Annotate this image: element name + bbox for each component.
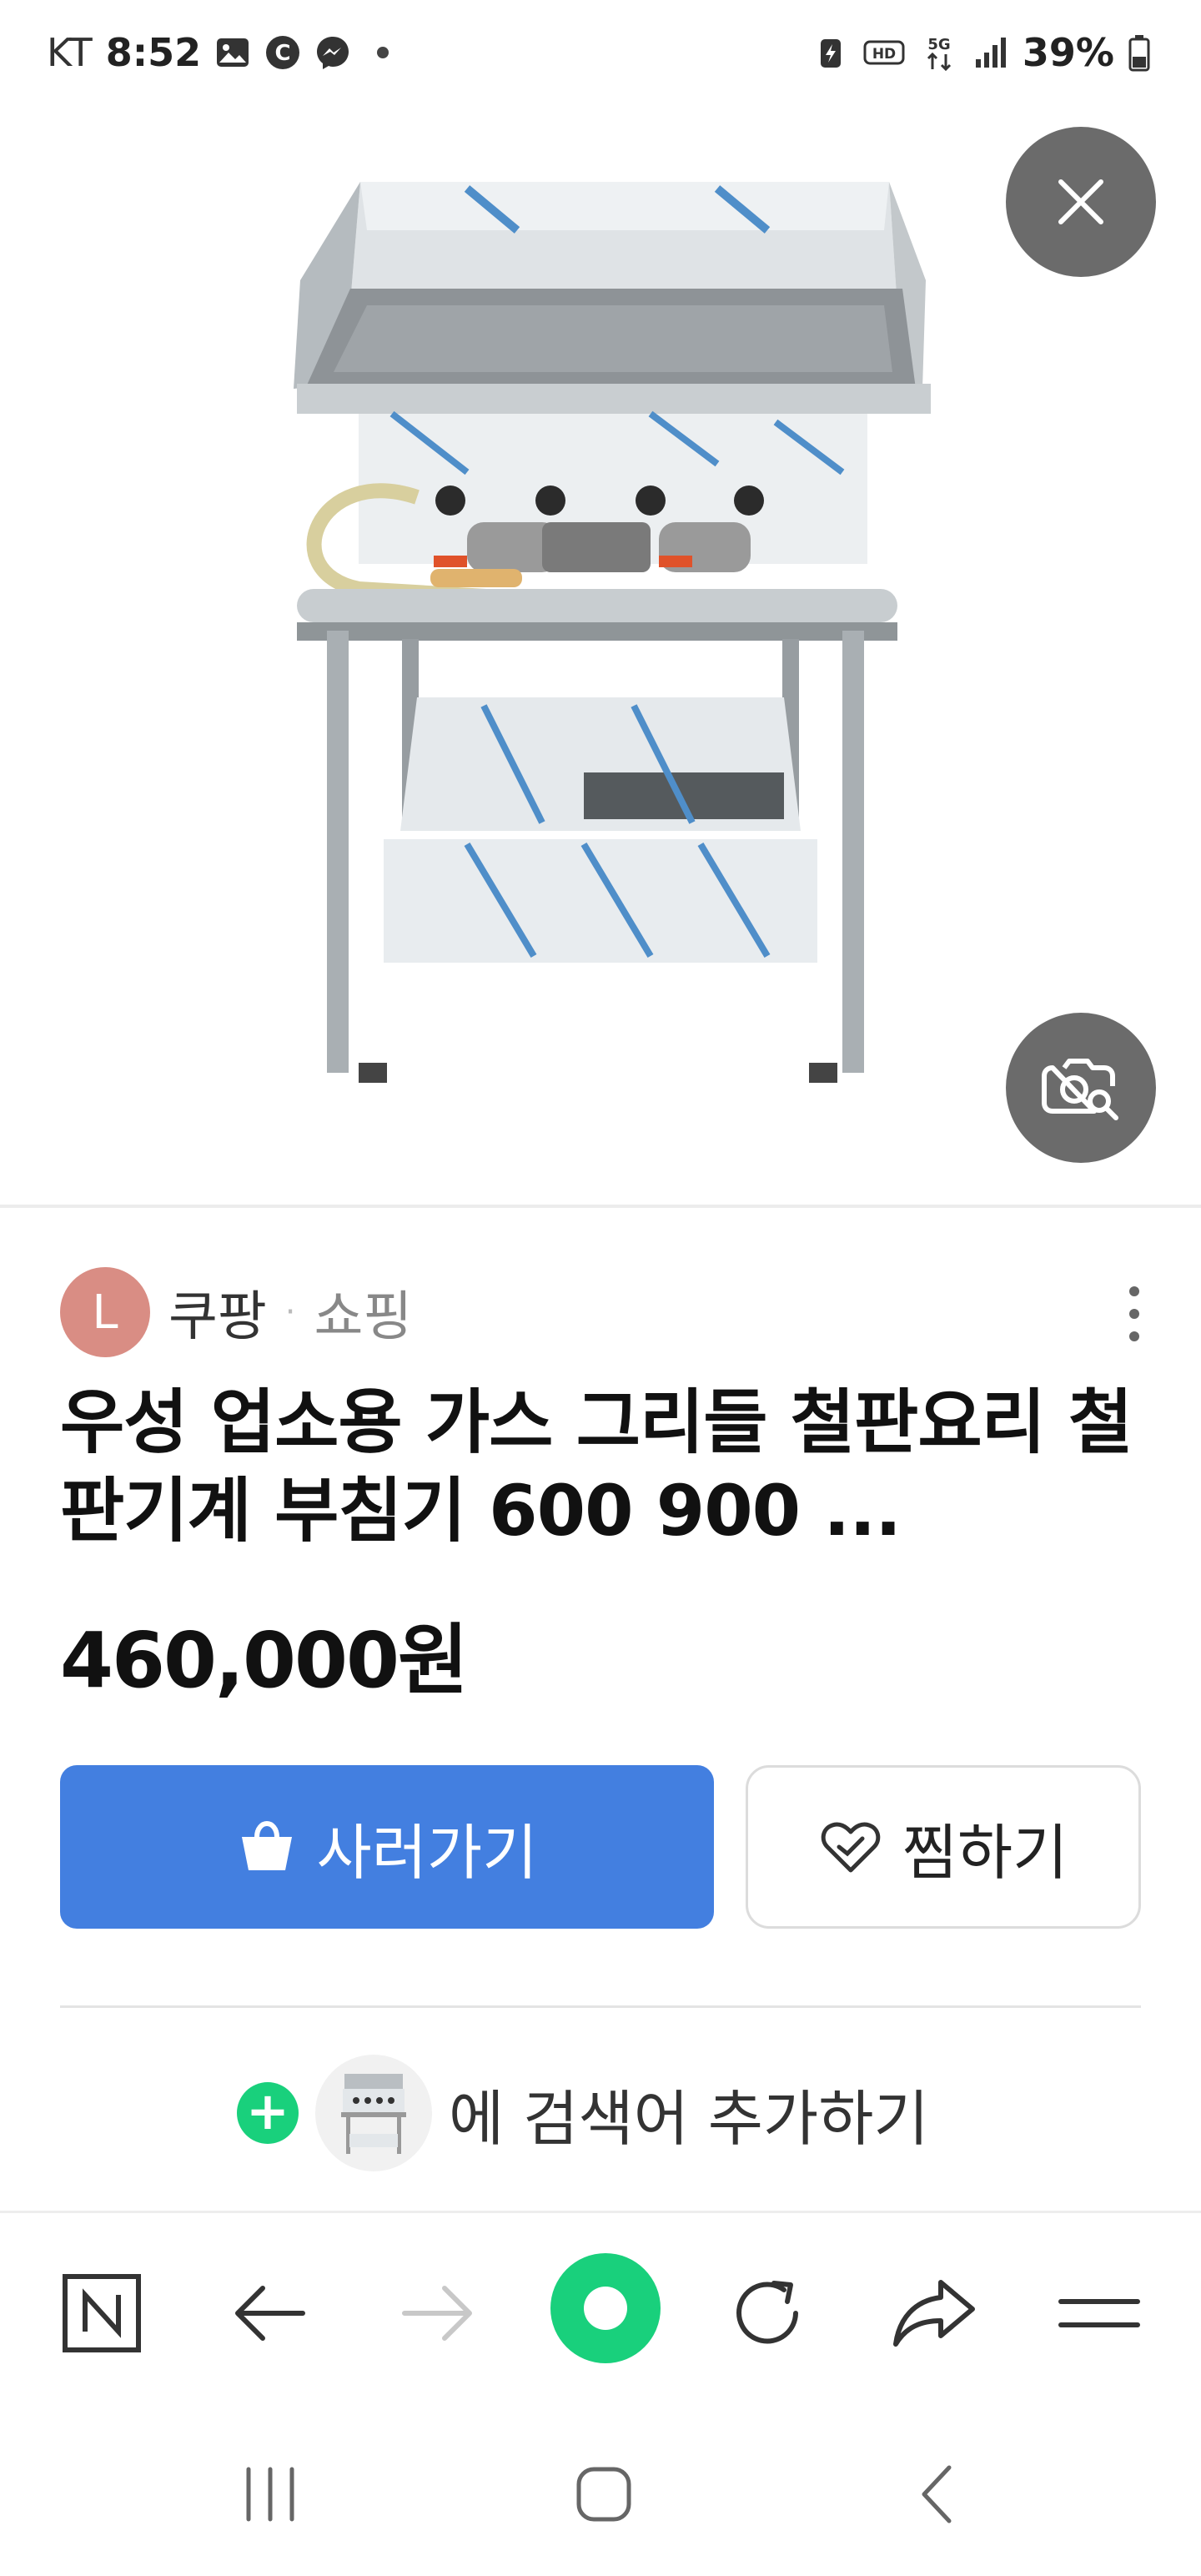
plus-icon: +	[237, 2082, 299, 2144]
source-separator: ·	[284, 1293, 296, 1331]
recent-apps-icon	[246, 2467, 294, 2522]
messenger-icon	[317, 37, 349, 69]
product-image[interactable]	[0, 105, 1201, 1205]
green-dot-icon	[550, 2253, 661, 2363]
system-nav	[0, 2419, 1201, 2576]
gallery-icon	[217, 38, 249, 67]
image-search-button[interactable]	[1006, 1013, 1156, 1163]
image-search-icon	[1042, 1059, 1118, 1120]
source-name[interactable]: 쿠팡	[168, 1274, 267, 1351]
image-divider	[0, 1205, 1201, 1208]
forward-icon	[402, 2286, 472, 2341]
forward-button[interactable]	[387, 2263, 487, 2363]
status-right: HD 5G 39%	[812, 25, 1151, 80]
recent-apps-button[interactable]	[220, 2453, 320, 2536]
product-title[interactable]: 우성 업소용 가스 그리들 철판요리 철판기계 부침기 600 900 ...	[60, 1378, 1144, 1555]
back-icon	[235, 2286, 305, 2341]
reload-button[interactable]	[717, 2263, 817, 2363]
product-thumbnail	[315, 2055, 432, 2171]
more-dot-icon	[1129, 1331, 1139, 1341]
status-left: KT 8:52 C	[47, 25, 401, 80]
griddle-thumbnail-icon	[341, 2074, 406, 2154]
svg-text:C: C	[275, 41, 291, 66]
naver-home-icon	[63, 2274, 141, 2352]
add-keyword-label: 에 검색어 추가하기	[449, 2083, 929, 2154]
green-dot-button[interactable]	[547, 2250, 664, 2367]
source-row[interactable]: L 쿠팡 · 쇼핑	[60, 1266, 412, 1358]
product-image-viewer[interactable]	[0, 105, 1201, 1205]
product-price: 460,000원	[60, 1616, 469, 1705]
close-button[interactable]	[1006, 127, 1156, 277]
shopping-bag-icon	[241, 1820, 292, 1870]
source-category: 쇼핑	[314, 1286, 413, 1348]
battery-icon	[1128, 35, 1150, 72]
hd-voice-icon: HD	[863, 40, 905, 65]
home-button[interactable]	[554, 2453, 654, 2536]
c-badge-icon: C	[266, 36, 300, 69]
buy-button[interactable]: 사러가기	[60, 1765, 714, 1929]
close-icon	[1058, 179, 1103, 224]
battery-percent: 39%	[1022, 30, 1114, 75]
carrier-text: KT	[47, 30, 93, 75]
buy-label: 사러가기	[316, 1817, 538, 1888]
back-button[interactable]	[220, 2263, 320, 2363]
menu-icon	[1058, 2299, 1140, 2327]
more-options-button[interactable]	[1116, 1276, 1153, 1351]
signal-icon	[975, 38, 1006, 68]
battery-saver-icon	[820, 39, 841, 68]
heart-check-icon	[821, 1822, 880, 1873]
wish-label: 찜하기	[902, 1817, 1068, 1888]
svg-text:5G: 5G	[927, 36, 950, 53]
menu-button[interactable]	[1049, 2263, 1149, 2363]
source-avatar: L	[60, 1267, 150, 1357]
browser-toolbar	[0, 2211, 1201, 2402]
time-text: 8:52	[105, 30, 202, 75]
status-bar: KT 8:52 C HD 5G 39%	[0, 0, 1201, 105]
share-icon	[893, 2280, 975, 2347]
share-button[interactable]	[884, 2263, 984, 2363]
add-keyword-button[interactable]: + 에 검색어 추가하기	[237, 2050, 929, 2176]
svg-text:HD: HD	[872, 46, 896, 63]
more-dot-icon	[1129, 1309, 1139, 1319]
more-dot-icon	[1129, 1286, 1139, 1296]
back-nav-icon	[922, 2465, 952, 2523]
back-nav-button[interactable]	[889, 2453, 989, 2536]
naver-home-button[interactable]	[52, 2263, 152, 2363]
5g-icon: 5G	[927, 36, 951, 72]
notification-dot-icon	[377, 47, 389, 58]
reload-icon	[736, 2281, 798, 2344]
home-icon	[576, 2467, 631, 2522]
section-divider	[60, 2005, 1141, 2008]
wish-button[interactable]: 찜하기	[746, 1765, 1141, 1929]
